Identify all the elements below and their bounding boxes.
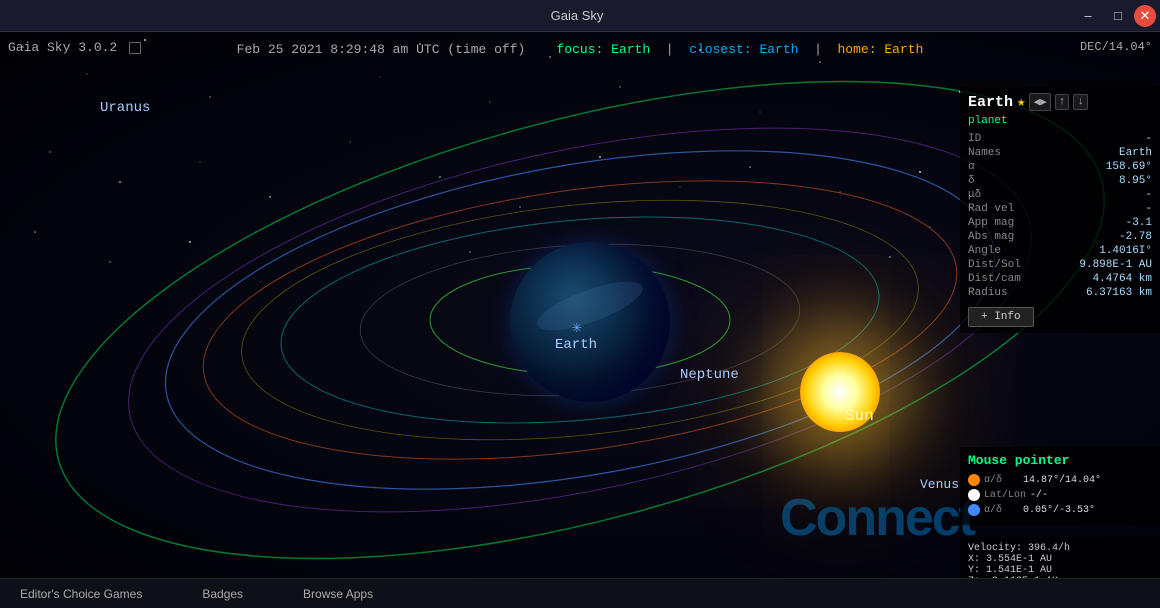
panel-info-row: Dist/Sol 9.898E-1 AU: [968, 259, 1152, 271]
info-key: α: [968, 161, 1028, 173]
info-value: -: [1145, 133, 1152, 145]
panel-info-row: Radius 6.37163 km: [968, 287, 1152, 299]
browse-apps-link[interactable]: Browse Apps: [303, 587, 373, 601]
mouse-pointer-row: Lat/Lon -/-: [968, 489, 1152, 501]
info-key: Radius: [968, 287, 1028, 299]
info-value: 8.95°: [1119, 175, 1152, 187]
info-key: δ: [968, 175, 1028, 187]
info-value: -3.1: [1126, 217, 1152, 229]
more-info-button[interactable]: + Info: [968, 307, 1034, 327]
info-key: ID: [968, 133, 1028, 145]
mouse-row-icon: [968, 474, 980, 486]
info-key: Dist/cam: [968, 273, 1028, 285]
info-key: App mag: [968, 217, 1028, 229]
mouse-pointer-row: α/δ 14.87°/14.04°: [968, 474, 1152, 486]
connect-logo: Connect: [780, 488, 974, 548]
panel-planet-type: planet: [968, 115, 1152, 127]
mouse-rows-container: α/δ 14.87°/14.04° Lat/Lon -/- α/δ 0.05°/…: [968, 474, 1152, 516]
info-value: -: [1145, 189, 1152, 201]
mouse-row-value: 14.87°/14.04°: [1023, 475, 1101, 486]
info-value: 1.4016I°: [1099, 245, 1152, 257]
info-key: Dist/Sol: [968, 259, 1028, 271]
panel-info-row: ID -: [968, 133, 1152, 145]
info-value: Earth: [1119, 147, 1152, 159]
info-key: Names: [968, 147, 1028, 159]
panel-info-row: δ 8.95°: [968, 175, 1152, 187]
panel-info-row: App mag -3.1: [968, 217, 1152, 229]
earth-planet[interactable]: [510, 242, 670, 402]
info-value: 6.37163 km: [1086, 287, 1152, 299]
window-title: Gaia Sky: [80, 8, 1074, 23]
editors-choice-link[interactable]: Editor's Choice Games: [20, 587, 142, 601]
info-key: Rad vel: [968, 203, 1028, 215]
mouse-row-value: 0.05°/-3.53°: [1023, 505, 1095, 516]
window-controls: – □ ✕: [1074, 5, 1160, 27]
mouse-pointer-row: α/δ 0.05°/-3.53°: [968, 504, 1152, 516]
mouse-row-key: α/δ: [984, 505, 1019, 516]
panel-info-row: Names Earth: [968, 147, 1152, 159]
titlebar: Gaia Sky – □ ✕: [0, 0, 1160, 32]
maximize-button[interactable]: □: [1104, 5, 1132, 27]
mouse-row-icon: [968, 504, 980, 516]
info-value: 158.69°: [1106, 161, 1152, 173]
mouse-row-key: α/δ: [984, 475, 1019, 486]
panel-up-button[interactable]: ↑: [1055, 94, 1070, 110]
panel-info-row: Abs mag -2.78: [968, 231, 1152, 243]
info-value: -: [1145, 203, 1152, 215]
panel-info-row: μδ -: [968, 189, 1152, 201]
panel-down-button[interactable]: ↓: [1073, 94, 1088, 110]
mouse-row-value: -/-: [1030, 490, 1048, 501]
panel-sound-button[interactable]: ◀▶: [1029, 93, 1050, 111]
y-coord-display: Y: 1.541E-1 AU: [968, 565, 1152, 576]
info-key: Angle: [968, 245, 1028, 257]
info-value: 9.898E-1 AU: [1079, 259, 1152, 271]
mouse-row-key: Lat/Lon: [984, 490, 1026, 501]
close-button[interactable]: ✕: [1134, 5, 1156, 27]
info-value: 4.4764 km: [1093, 273, 1152, 285]
velocity-display: Velocity: 396.4/h: [968, 543, 1152, 554]
info-value: -2.78: [1119, 231, 1152, 243]
panel-title-row: Earth ★ ◀▶ ↑ ↓: [968, 93, 1152, 111]
star-icon: ★: [1017, 94, 1025, 111]
earth-crosshair-icon: ✳: [572, 317, 582, 337]
panel-info-row: Angle 1.4016I°: [968, 245, 1152, 257]
panel-info-row: Dist/cam 4.4764 km: [968, 273, 1152, 285]
panel-info-row: Rad vel -: [968, 203, 1152, 215]
info-key: Abs mag: [968, 231, 1028, 243]
panel-planet-name[interactable]: Earth: [968, 94, 1013, 111]
space-view[interactable]: Gaia Sky 3.0.2 Feb 25 2021 8:29:48 am UT…: [0, 32, 1160, 608]
declination-display: DEC/14.04°: [1080, 40, 1152, 54]
mouse-row-icon: [968, 489, 980, 501]
earth-info-panel: Earth ★ ◀▶ ↑ ↓ planet ID - Names Earth α…: [960, 87, 1160, 333]
badges-link[interactable]: Badges: [202, 587, 243, 601]
x-coord-display: X: 3.554E-1 AU: [968, 554, 1152, 565]
mouse-panel-title: Mouse pointer: [968, 453, 1152, 468]
minimize-button[interactable]: –: [1074, 5, 1102, 27]
panel-info-row: α 158.69°: [968, 161, 1152, 173]
status-bar: Feb 25 2021 8:29:48 am UTC (time off) fo…: [0, 40, 1160, 58]
panel-info-rows: ID - Names Earth α 158.69° δ 8.95° μδ - …: [968, 133, 1152, 299]
store-bar: Editor's Choice Games Badges Browse Apps: [0, 578, 1160, 608]
sun-planet[interactable]: [800, 352, 880, 432]
info-key: μδ: [968, 189, 1028, 201]
mouse-pointer-panel: Mouse pointer α/δ 14.87°/14.04° Lat/Lon …: [960, 447, 1160, 525]
datetime-display: Feb 25 2021 8:29:48 am UTC (time off) fo…: [237, 42, 924, 57]
